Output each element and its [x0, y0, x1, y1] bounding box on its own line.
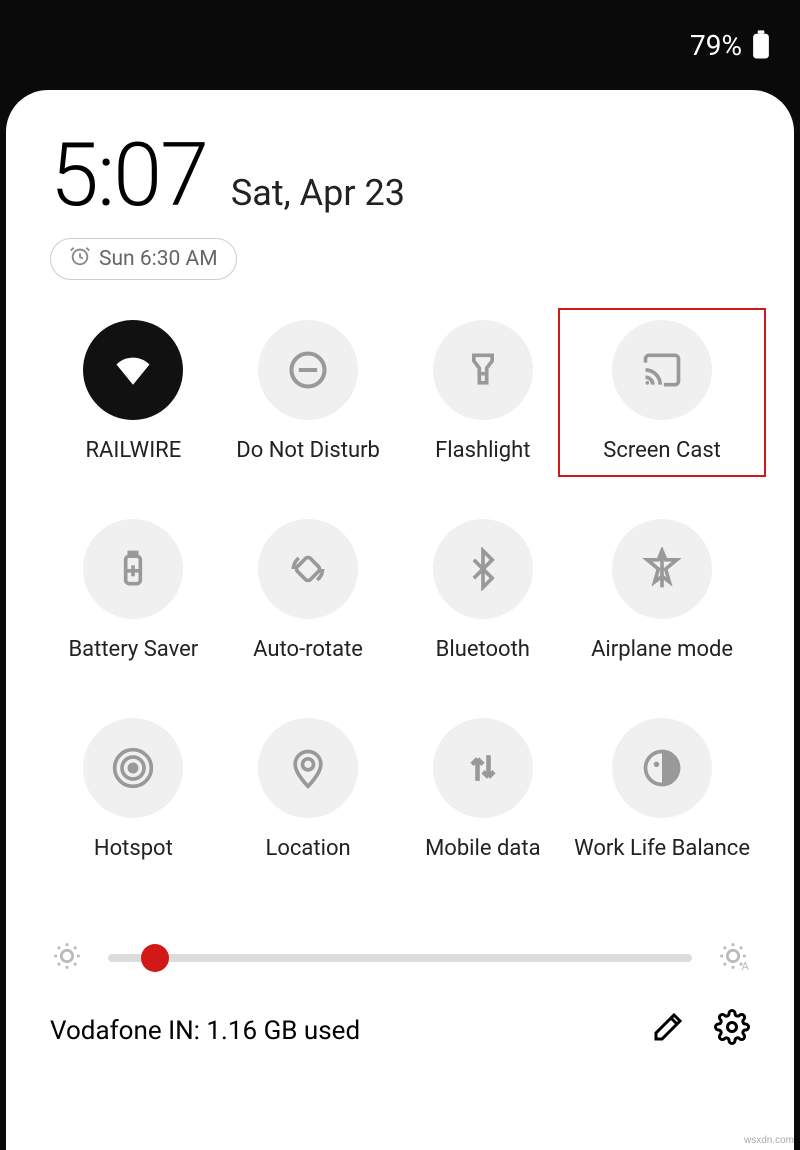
brightness-row: A	[50, 939, 750, 977]
location-icon	[258, 718, 358, 818]
work-life-balance-icon	[612, 718, 712, 818]
footer-row: Vodafone IN: 1.16 GB used	[50, 1009, 750, 1052]
watermark: wsxdn.com	[744, 1135, 794, 1146]
battery-saver-icon	[83, 519, 183, 619]
status-bar: 79%	[0, 0, 800, 90]
brightness-thumb[interactable]	[141, 944, 169, 972]
tile-label: Airplane mode	[591, 637, 733, 662]
tile-dnd[interactable]: Do Not Disturb	[225, 320, 392, 463]
bluetooth-icon	[433, 519, 533, 619]
tile-label: Work Life Balance	[574, 836, 750, 861]
tile-work-life-balance[interactable]: Work Life Balance	[574, 718, 750, 861]
airplane-icon	[612, 519, 712, 619]
dnd-icon	[258, 320, 358, 420]
clock-time: 5:07	[50, 132, 207, 220]
tile-airplane-mode[interactable]: Airplane mode	[574, 519, 750, 662]
wifi-icon	[83, 320, 183, 420]
tile-label: Auto-rotate	[253, 637, 363, 662]
tile-hotspot[interactable]: Hotspot	[50, 718, 217, 861]
auto-rotate-icon	[258, 519, 358, 619]
cast-icon	[612, 320, 712, 420]
edit-button[interactable]	[650, 1009, 686, 1052]
alarm-chip[interactable]: Sun 6:30 AM	[50, 238, 237, 280]
mobile-data-icon	[433, 718, 533, 818]
settings-button[interactable]	[714, 1009, 750, 1052]
battery-icon	[752, 30, 770, 60]
tile-label: Screen Cast	[603, 438, 721, 463]
tile-label: Location	[266, 836, 351, 861]
brightness-low-icon	[50, 939, 84, 977]
svg-text:A: A	[742, 959, 750, 973]
data-usage-label[interactable]: Vodafone IN: 1.16 GB used	[50, 1016, 360, 1046]
tile-label: Mobile data	[425, 836, 540, 861]
alarm-label: Sun 6:30 AM	[99, 247, 218, 271]
tile-screen-cast[interactable]: Screen Cast	[574, 320, 750, 463]
tile-label: Bluetooth	[436, 637, 530, 662]
tile-label: Hotspot	[94, 836, 173, 861]
brightness-slider[interactable]	[108, 954, 692, 962]
clock-row: 5:07 Sat, Apr 23	[50, 132, 750, 220]
tile-label: Battery Saver	[68, 637, 198, 662]
tile-mobile-data[interactable]: Mobile data	[399, 718, 566, 861]
tile-label: Flashlight	[435, 438, 530, 463]
tile-label: RAILWIRE	[85, 438, 181, 463]
quick-settings-panel: 5:07 Sat, Apr 23 Sun 6:30 AM RAILWIRE Do…	[6, 90, 794, 1150]
tiles-grid: RAILWIRE Do Not Disturb Flashlight Scree…	[50, 320, 750, 861]
tile-wifi[interactable]: RAILWIRE	[50, 320, 217, 463]
flashlight-icon	[433, 320, 533, 420]
brightness-auto-icon[interactable]: A	[716, 939, 750, 977]
hotspot-icon	[83, 718, 183, 818]
clock-date: Sat, Apr 23	[231, 172, 405, 214]
tile-bluetooth[interactable]: Bluetooth	[399, 519, 566, 662]
tile-label: Do Not Disturb	[236, 438, 380, 463]
tile-auto-rotate[interactable]: Auto-rotate	[225, 519, 392, 662]
alarm-icon	[69, 245, 91, 273]
tile-battery-saver[interactable]: Battery Saver	[50, 519, 217, 662]
battery-percentage: 79%	[690, 29, 742, 62]
tile-location[interactable]: Location	[225, 718, 392, 861]
tile-flashlight[interactable]: Flashlight	[399, 320, 566, 463]
